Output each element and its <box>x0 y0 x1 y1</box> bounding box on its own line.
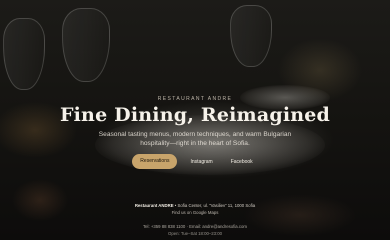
hero-background: Restaurant Andre Fine Dining, Reimagined… <box>0 0 390 240</box>
contact-info: Tel: +359 88 838 1100 · Email: andre@and… <box>142 224 247 229</box>
page-title: Fine Dining, Reimagined <box>59 104 331 126</box>
address-text: • Sofia Center, ul. “Vasiliev” 11, 1000 … <box>174 203 256 208</box>
cta-row: Reservations Instagram Facebook <box>0 154 390 169</box>
google-maps-link[interactable]: Find us on Google Maps <box>0 210 390 215</box>
opening-hours: Open: Tue–Sat 18:00–23:00 <box>168 231 222 236</box>
restaurant-eyebrow: Restaurant Andre <box>157 96 233 102</box>
hero-content: Restaurant Andre Fine Dining, Reimagined… <box>0 0 390 240</box>
hero-subtitle: Seasonal tasting menus, modern technique… <box>98 131 292 147</box>
reservations-button[interactable]: Reservations <box>132 154 178 169</box>
facebook-link[interactable]: Facebook <box>226 156 258 168</box>
restaurant-name: Restaurant ANDRE <box>134 203 174 208</box>
footer-address: Restaurant ANDRE • Sofia Center, ul. “Va… <box>0 203 390 208</box>
instagram-link[interactable]: Instagram <box>185 156 217 168</box>
